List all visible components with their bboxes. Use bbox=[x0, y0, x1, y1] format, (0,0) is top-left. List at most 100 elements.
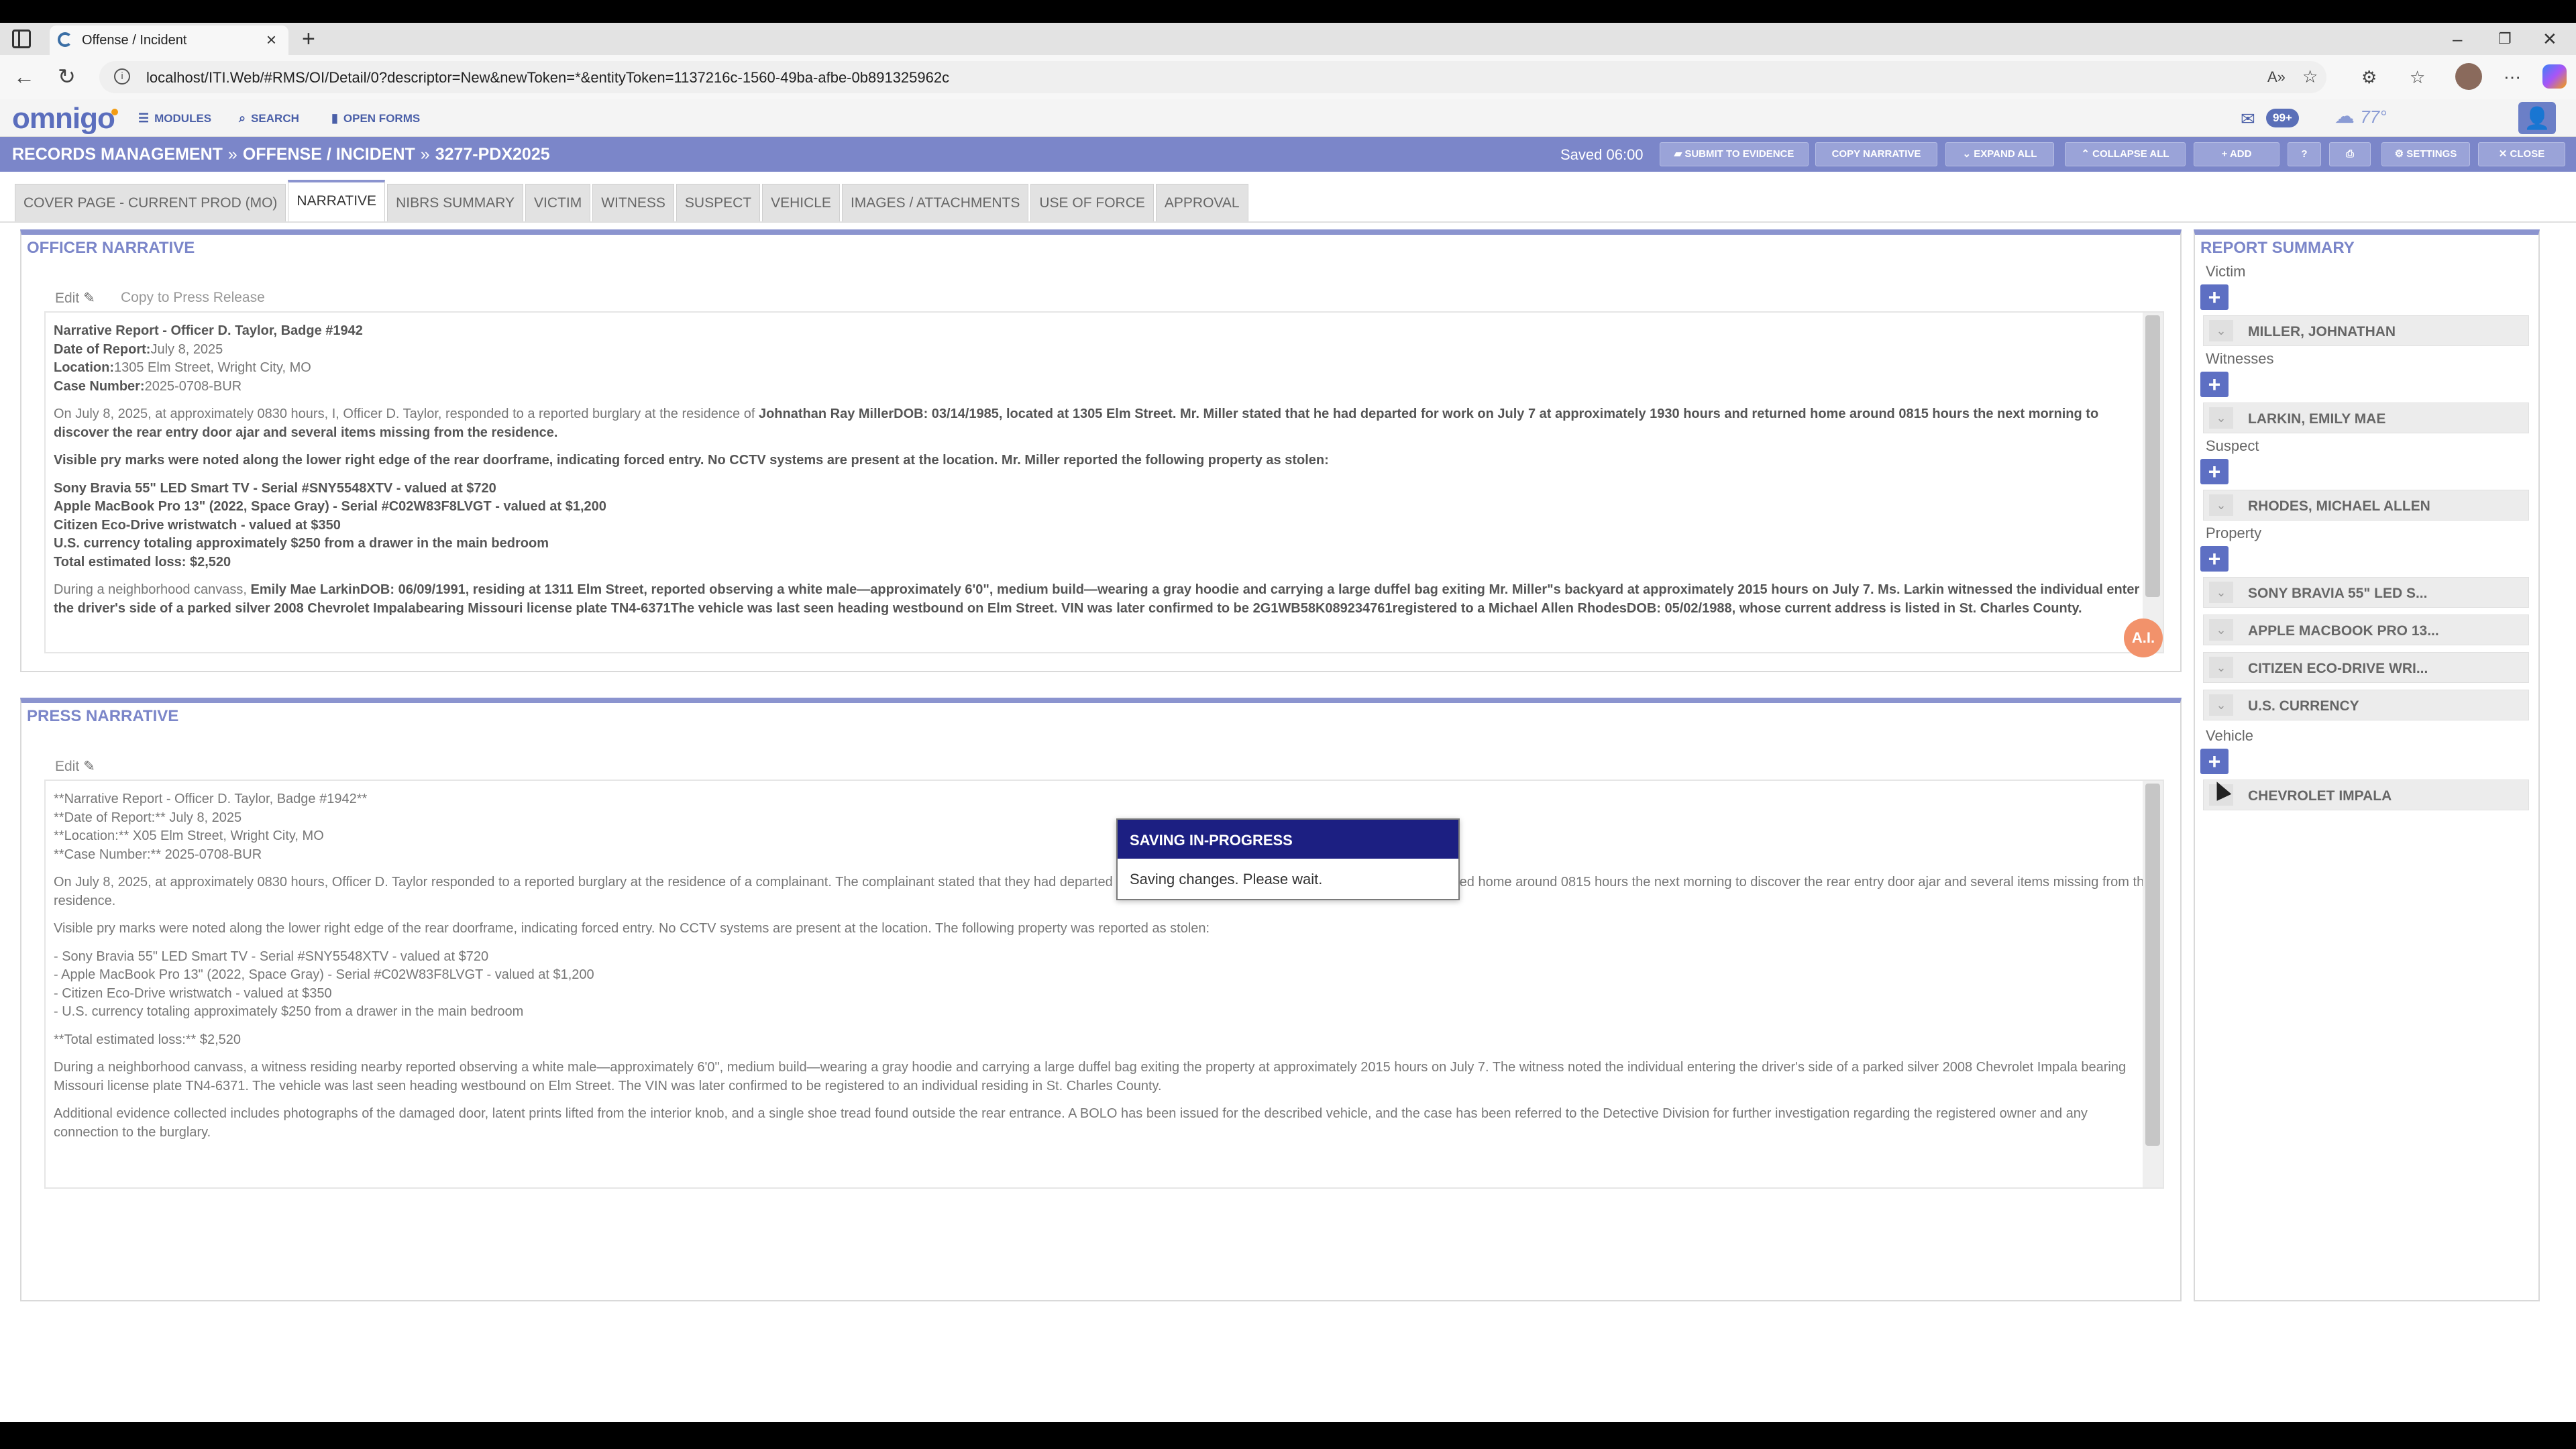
search-label: SEARCH bbox=[251, 111, 299, 125]
paragraph-bold-text: Visible pry marks were noted along the l… bbox=[54, 453, 1329, 468]
edit-label: Edit bbox=[55, 290, 80, 306]
url-text: localhost/ITI.Web/#RMS/OI/Detail/0?descr… bbox=[146, 69, 950, 86]
ai-assistant-button[interactable]: A.I. bbox=[2124, 619, 2163, 657]
add-vehicle-button[interactable]: + bbox=[2200, 749, 2229, 774]
chevron-down-icon[interactable]: ⌄ bbox=[2209, 320, 2233, 341]
restore-icon[interactable]: ❐ bbox=[2498, 25, 2512, 52]
back-icon[interactable]: ← bbox=[13, 64, 35, 89]
witness-item[interactable]: ⌄ LARKIN, EMILY MAE bbox=[2203, 402, 2529, 433]
extensions-icon[interactable]: ⚙ bbox=[2361, 67, 2377, 87]
edit-officer-narrative[interactable]: Edit ✎ bbox=[55, 290, 95, 307]
weather-widget[interactable]: ☁ 77° bbox=[2334, 105, 2387, 128]
crumb-records-management[interactable]: RECORDS MANAGEMENT bbox=[12, 145, 223, 164]
officer-narrative-text[interactable]: Narrative Report - Officer D. Taylor, Ba… bbox=[44, 311, 2164, 653]
record-tabs: COVER PAGE - CURRENT PROD (MO) NARRATIVE… bbox=[15, 180, 1248, 221]
chevron-down-icon[interactable]: ⌄ bbox=[2209, 694, 2233, 716]
browser-tab[interactable]: Offense / Incident × bbox=[50, 25, 288, 55]
suspect-section-label: Suspect bbox=[2206, 437, 2259, 454]
breadcrumb: RECORDS MANAGEMENT» OFFENSE / INCIDENT» 32… bbox=[12, 145, 550, 164]
copilot-icon[interactable] bbox=[2542, 64, 2567, 89]
paragraph-bold-text: Emily Mae LarkinDOB: 06/09/1991, residin… bbox=[54, 582, 2140, 616]
copy-to-press-release-link[interactable]: Copy to Press Release bbox=[121, 290, 265, 306]
user-menu-icon[interactable]: 👤 bbox=[2518, 102, 2556, 134]
add-button[interactable]: + ADD bbox=[2194, 142, 2279, 166]
add-property-button[interactable]: + bbox=[2200, 546, 2229, 572]
url-field[interactable]: i localhost/ITI.Web/#RMS/OI/Detail/0?des… bbox=[99, 61, 2326, 93]
chevron-down-icon[interactable]: ⌄ bbox=[2209, 582, 2233, 603]
vehicle-name: CHEVROLET IMPALA bbox=[2248, 788, 2392, 804]
new-tab-icon[interactable]: + bbox=[302, 25, 315, 52]
search-menu[interactable]: ⌕ SEARCH bbox=[239, 111, 299, 125]
minimize-icon[interactable]: – bbox=[2453, 25, 2462, 52]
tab-victim[interactable]: VICTIM bbox=[525, 184, 591, 221]
expand-all-button[interactable]: ⌄ EXPAND ALL bbox=[1945, 142, 2054, 166]
sidebar-toggle-icon[interactable] bbox=[12, 30, 31, 48]
tab-images-attachments[interactable]: IMAGES / ATTACHMENTS bbox=[841, 184, 1029, 221]
property-item[interactable]: ⌄ APPLE MACBOOK PRO 13... bbox=[2203, 614, 2529, 645]
close-tab-icon[interactable]: × bbox=[266, 30, 276, 50]
favorite-star-icon[interactable]: ☆ bbox=[2302, 66, 2318, 87]
property-name: CITIZEN ECO-DRIVE WRI... bbox=[2248, 661, 2428, 676]
read-aloud-icon[interactable]: A» bbox=[2267, 67, 2286, 87]
add-witness-button[interactable]: + bbox=[2200, 372, 2229, 397]
chevron-down-icon[interactable]: ⌄ bbox=[2209, 494, 2233, 516]
folder-icon: ▰ bbox=[1674, 148, 1685, 160]
print-button[interactable]: ⎙ bbox=[2329, 142, 2371, 166]
window-close-icon[interactable]: ✕ bbox=[2542, 25, 2557, 52]
tab-approval[interactable]: APPROVAL bbox=[1155, 184, 1248, 221]
record-header-bar: RECORDS MANAGEMENT» OFFENSE / INCIDENT» 32… bbox=[0, 137, 2576, 172]
more-menu-icon[interactable]: ⋯ bbox=[2504, 67, 2521, 87]
property-item[interactable]: ⌄ U.S. CURRENCY bbox=[2203, 690, 2529, 720]
report-heading: Narrative Report - Officer D. Taylor, Ba… bbox=[54, 323, 363, 338]
submit-to-evidence-button[interactable]: ▰ SUBMIT TO EVIDENCE bbox=[1660, 142, 1809, 166]
tab-cover-page[interactable]: COVER PAGE - CURRENT PROD (MO) bbox=[15, 184, 286, 221]
site-info-icon[interactable]: i bbox=[114, 68, 130, 85]
scrollbar-thumb[interactable] bbox=[2145, 784, 2160, 1146]
paragraph-text: On July 8, 2025, at approximately 0830 h… bbox=[54, 407, 759, 421]
paragraph: Additional evidence collected includes p… bbox=[54, 1106, 2088, 1140]
reload-icon[interactable]: ↻ bbox=[58, 64, 76, 89]
property-item[interactable]: ⌄ CITIZEN ECO-DRIVE WRI... bbox=[2203, 652, 2529, 683]
date-label: Date of Report: bbox=[54, 341, 151, 357]
collapse-all-button[interactable]: ⌃ COLLAPSE ALL bbox=[2065, 142, 2186, 166]
modules-menu[interactable]: ☰ MODULES bbox=[138, 111, 211, 125]
mail-count-badge[interactable]: 99+ bbox=[2266, 109, 2299, 127]
tab-use-of-force[interactable]: USE OF FORCE bbox=[1030, 184, 1154, 221]
total-loss: Total estimated loss: $2,520 bbox=[54, 554, 231, 570]
copy-narrative-button[interactable]: COPY NARRATIVE bbox=[1815, 142, 1937, 166]
settings-button[interactable]: ⚙ SETTINGS bbox=[2381, 142, 2470, 166]
chevron-down-icon[interactable]: ⌄ bbox=[2209, 657, 2233, 678]
mail-icon[interactable]: ✉ bbox=[2241, 109, 2255, 129]
victim-name: MILLER, JOHNATHAN bbox=[2248, 324, 2396, 339]
suspect-item[interactable]: ⌄ RHODES, MICHAEL ALLEN bbox=[2203, 490, 2529, 521]
scrollbar[interactable] bbox=[2143, 313, 2163, 652]
chevron-down-icon[interactable]: ⌄ bbox=[2209, 619, 2233, 641]
tab-nibrs-summary[interactable]: NIBRS SUMMARY bbox=[387, 184, 524, 221]
omnigo-logo[interactable]: omnigo bbox=[12, 102, 118, 136]
open-forms-menu[interactable]: ▮ OPEN FORMS bbox=[331, 111, 420, 125]
favorites-icon[interactable]: ☆ bbox=[2410, 67, 2425, 87]
press-line: **Date of Report:** July 8, 2025 bbox=[54, 810, 242, 825]
profile-avatar[interactable] bbox=[2455, 63, 2482, 90]
add-victim-button[interactable]: + bbox=[2200, 284, 2229, 310]
scrollbar-thumb[interactable] bbox=[2145, 315, 2160, 597]
victim-item[interactable]: ⌄ MILLER, JOHNATHAN bbox=[2203, 315, 2529, 346]
add-suspect-button[interactable]: + bbox=[2200, 459, 2229, 484]
press-narrative-text[interactable]: **Narrative Report - Officer D. Taylor, … bbox=[44, 780, 2164, 1189]
help-button[interactable]: ? bbox=[2288, 142, 2321, 166]
property-item[interactable]: ⌄ SONY BRAVIA 55" LED S... bbox=[2203, 577, 2529, 608]
chevron-down-icon[interactable]: ⌄ bbox=[2209, 407, 2233, 429]
edit-press-narrative[interactable]: Edit ✎ bbox=[55, 758, 95, 775]
close-button[interactable]: ✕ CLOSE bbox=[2478, 142, 2565, 166]
paragraph: On July 8, 2025, at approximately 0830 h… bbox=[54, 875, 2152, 908]
saved-status: Saved 06:00 bbox=[1560, 146, 1644, 163]
crumb-offense-incident[interactable]: OFFENSE / INCIDENT bbox=[243, 145, 415, 164]
list-item: - U.S. currency totaling approximately $… bbox=[54, 1004, 524, 1019]
tab-narrative[interactable]: NARRATIVE bbox=[288, 180, 386, 221]
case-label: Case Number: bbox=[54, 378, 145, 394]
tab-vehicle[interactable]: VEHICLE bbox=[762, 184, 840, 221]
tab-witness[interactable]: WITNESS bbox=[592, 184, 674, 221]
vehicle-item[interactable]: ⌄ CHEVROLET IMPALA bbox=[2203, 780, 2529, 810]
tab-suspect[interactable]: SUSPECT bbox=[676, 184, 761, 221]
scrollbar[interactable] bbox=[2143, 781, 2163, 1187]
